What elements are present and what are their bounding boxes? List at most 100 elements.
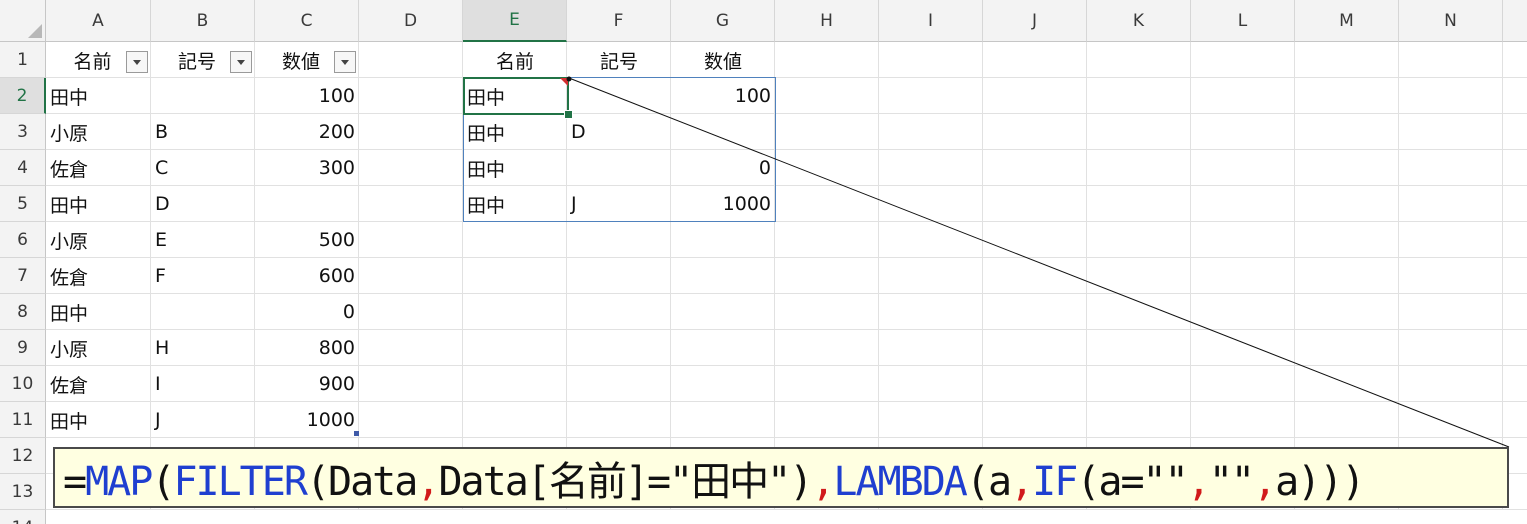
grid-cell[interactable] [983,294,1087,330]
grid-cell[interactable] [1087,186,1191,222]
grid-cell[interactable] [1503,330,1527,366]
grid-cell[interactable] [1503,258,1527,294]
grid-cell[interactable] [1191,402,1295,438]
fill-handle-icon[interactable] [564,110,573,119]
table-cell[interactable]: 1000 [255,402,359,438]
result-cell[interactable]: D [567,114,671,150]
grid-cell[interactable] [1295,330,1399,366]
grid-cell[interactable] [775,402,879,438]
result-cell[interactable]: 100 [671,78,775,114]
result-cell[interactable]: 田中 [463,114,567,150]
grid-cell[interactable] [567,330,671,366]
table-cell[interactable]: 田中 [46,186,151,222]
grid-cell[interactable] [983,78,1087,114]
grid-cell[interactable] [879,402,983,438]
row-header-11[interactable]: 11 [0,402,46,438]
grid-cell[interactable] [567,258,671,294]
grid-cell[interactable] [879,330,983,366]
result-cell[interactable] [567,150,671,186]
grid-cell[interactable] [671,294,775,330]
grid-cell[interactable] [463,258,567,294]
grid-cell[interactable] [359,150,463,186]
row-header-4[interactable]: 4 [0,150,46,186]
grid-cell[interactable] [983,402,1087,438]
grid-cell[interactable] [1191,78,1295,114]
table-cell[interactable]: 600 [255,258,359,294]
table-cell[interactable]: I [151,366,255,402]
column-header-n[interactable]: N [1399,0,1503,42]
grid-cell[interactable] [1503,222,1527,258]
table-cell[interactable]: 500 [255,222,359,258]
table-cell[interactable]: H [151,330,255,366]
table-cell[interactable]: 200 [255,114,359,150]
grid-cell[interactable] [1191,150,1295,186]
grid-cell[interactable] [879,258,983,294]
column-header-c[interactable]: C [255,0,359,42]
grid-cell[interactable] [359,222,463,258]
grid-cell[interactable] [567,402,671,438]
grid-cell[interactable] [1399,258,1503,294]
grid-cell[interactable] [1503,78,1527,114]
grid-cell[interactable] [983,366,1087,402]
table-cell[interactable]: 800 [255,330,359,366]
grid-cell[interactable] [775,366,879,402]
grid-cell[interactable] [1295,150,1399,186]
grid-cell[interactable] [671,330,775,366]
grid-cell[interactable] [671,258,775,294]
grid-cell[interactable] [1295,222,1399,258]
grid-cell[interactable] [359,42,463,78]
grid-cell[interactable] [1399,402,1503,438]
grid-cell[interactable] [463,366,567,402]
table-cell[interactable]: B [151,114,255,150]
filter-dropdown-button[interactable] [230,51,252,73]
column-header-h[interactable]: H [775,0,879,42]
grid-cell[interactable] [1503,114,1527,150]
table-resize-handle-icon[interactable] [354,431,359,436]
column-header-i[interactable]: I [879,0,983,42]
grid-cell[interactable] [359,294,463,330]
table-cell[interactable]: 300 [255,150,359,186]
result-cell[interactable]: 0 [671,150,775,186]
grid-cell[interactable] [879,186,983,222]
row-header-2[interactable]: 2 [0,78,46,114]
grid-cell[interactable] [1191,42,1295,78]
grid-cell[interactable] [775,78,879,114]
grid-cell[interactable] [1087,258,1191,294]
grid-cell[interactable] [1087,150,1191,186]
result-cell[interactable]: 1000 [671,186,775,222]
grid-cell[interactable] [359,114,463,150]
grid-cell[interactable] [879,114,983,150]
grid-cell[interactable] [1191,258,1295,294]
grid-cell[interactable] [879,150,983,186]
column-header-a[interactable]: A [46,0,151,42]
table-cell[interactable]: 田中 [46,78,151,114]
grid-cell[interactable] [1399,186,1503,222]
grid-cell[interactable] [983,186,1087,222]
table-cell[interactable]: 田中 [46,402,151,438]
table-cell[interactable]: F [151,258,255,294]
grid-cell[interactable] [359,78,463,114]
result-cell[interactable]: J [567,186,671,222]
row-header-1[interactable]: 1 [0,42,46,78]
row-header-12[interactable]: 12 [0,438,46,474]
table-cell[interactable]: 佐倉 [46,366,151,402]
row-header-3[interactable]: 3 [0,114,46,150]
result-cell[interactable]: 田中 [463,150,567,186]
filter-dropdown-button[interactable] [334,51,356,73]
column-header-f[interactable]: F [567,0,671,42]
grid-cell[interactable] [775,222,879,258]
grid-cell[interactable] [567,366,671,402]
grid-cell[interactable] [1087,114,1191,150]
table-cell[interactable] [151,294,255,330]
grid-cell[interactable] [1191,330,1295,366]
column-header-l[interactable]: L [1191,0,1295,42]
table-cell[interactable]: 小原 [46,114,151,150]
grid-cell[interactable] [775,42,879,78]
grid-cell[interactable] [1087,330,1191,366]
column-header-d[interactable]: D [359,0,463,42]
grid-cell[interactable] [359,366,463,402]
grid-cell[interactable] [1295,258,1399,294]
grid-cell[interactable] [1295,186,1399,222]
grid-cell[interactable] [879,78,983,114]
table-cell[interactable]: 佐倉 [46,258,151,294]
